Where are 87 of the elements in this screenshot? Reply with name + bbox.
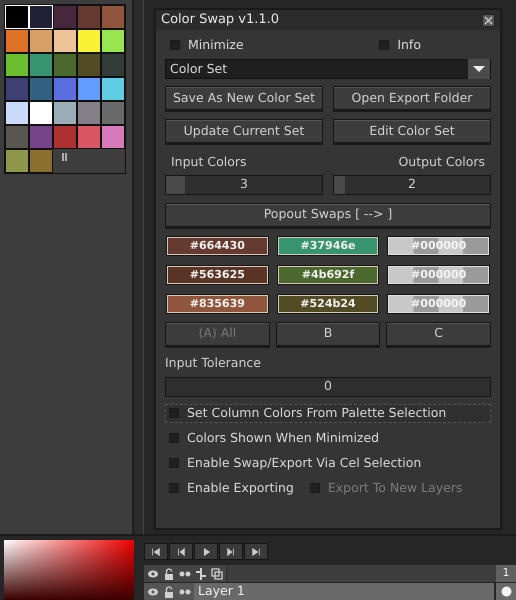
resize-handle-icon[interactable] xyxy=(62,153,67,161)
palette-swatch[interactable] xyxy=(5,53,29,77)
palette-swatch[interactable] xyxy=(53,53,77,77)
color-swatch[interactable]: #524b24 xyxy=(278,294,378,313)
color-swatch[interactable]: #4b692f xyxy=(278,266,378,284)
palette-swatch[interactable] xyxy=(5,29,29,53)
palette-swatch[interactable] xyxy=(77,77,101,101)
slider-label: Output Colors xyxy=(398,153,485,171)
step-forward-icon xyxy=(226,546,236,556)
number-field[interactable]: 0 xyxy=(165,376,491,396)
slider-value: 3 xyxy=(240,175,248,194)
eye-icon[interactable] xyxy=(147,568,159,580)
first-frame-button[interactable] xyxy=(144,543,168,560)
checkbox[interactable] xyxy=(169,458,179,468)
palette-swatch[interactable] xyxy=(53,29,77,53)
action-button[interactable]: Open Export Folder xyxy=(333,86,491,110)
lock-icon[interactable] xyxy=(163,586,175,598)
slider-label: Input Tolerance xyxy=(165,354,262,372)
frame-number[interactable]: 1 xyxy=(496,565,516,582)
window-title: Color Swap v1.1.0 xyxy=(161,11,280,30)
checkbox[interactable] xyxy=(170,40,180,50)
palette-swatch[interactable] xyxy=(77,125,101,149)
color-swatch[interactable]: #664430 xyxy=(167,236,268,255)
palette-swatch[interactable] xyxy=(29,125,53,149)
checkbox[interactable] xyxy=(169,433,179,443)
layer-name[interactable]: Layer 1 xyxy=(194,583,494,600)
checkbox-label: Export To New Layers xyxy=(328,478,462,497)
cel[interactable] xyxy=(496,583,516,600)
number-slider[interactable]: 3 xyxy=(165,174,323,195)
close-button[interactable] xyxy=(482,14,495,26)
action-button[interactable]: Save As New Color Set xyxy=(165,86,323,110)
previous-frame-button[interactable] xyxy=(169,543,193,560)
palette-swatch[interactable] xyxy=(101,77,125,101)
checkbox[interactable] xyxy=(379,40,390,50)
palette-swatch[interactable] xyxy=(77,29,101,53)
popout-button[interactable]: Popout Swaps [ --> ] xyxy=(165,202,491,227)
palette-swatch[interactable] xyxy=(5,101,29,125)
palette-swatch[interactable] xyxy=(101,5,125,29)
checkbox[interactable] xyxy=(169,483,179,493)
column-button[interactable]: B xyxy=(276,322,380,346)
palette-swatch[interactable] xyxy=(5,77,29,101)
checkbox-label: Enable Swap/Export Via Cel Selection xyxy=(187,454,422,472)
palette-swatch[interactable] xyxy=(53,77,77,101)
palette-swatch[interactable] xyxy=(53,101,77,125)
cel-dot-icon xyxy=(500,586,512,597)
palette-swatch[interactable] xyxy=(101,53,125,77)
slider-label: Input Colors xyxy=(171,153,246,171)
lock-icon[interactable] xyxy=(163,568,175,580)
skip-start-icon xyxy=(151,546,161,556)
palette-swatch[interactable] xyxy=(53,5,77,29)
play-button[interactable] xyxy=(194,543,218,560)
layers-icon[interactable] xyxy=(211,568,223,580)
step-back-icon xyxy=(176,546,186,556)
palette-swatch[interactable] xyxy=(53,125,77,149)
slider-value: 2 xyxy=(408,175,416,194)
palette-swatch[interactable] xyxy=(5,149,29,173)
palette-swatch[interactable] xyxy=(29,149,53,173)
slider-value: 0 xyxy=(324,377,332,396)
eye-icon[interactable] xyxy=(147,586,159,598)
color-gradient-picker[interactable] xyxy=(4,540,134,600)
palette-swatch[interactable] xyxy=(29,77,53,101)
checkbox-label: Minimize xyxy=(188,36,244,54)
column-button[interactable]: C xyxy=(386,322,491,346)
color-set-dropdown[interactable]: Color Set xyxy=(165,59,491,79)
palette-swatch[interactable] xyxy=(101,125,125,149)
action-button[interactable]: Edit Color Set xyxy=(333,119,491,143)
skip-end-icon xyxy=(251,546,261,556)
last-frame-button[interactable] xyxy=(244,543,268,560)
palette-swatch[interactable] xyxy=(77,53,101,77)
palette-swatch[interactable] xyxy=(101,29,125,53)
checkbox-label: Colors Shown When Minimized xyxy=(187,428,380,447)
color-swatch[interactable]: #835639 xyxy=(167,294,268,313)
palette-swatch[interactable] xyxy=(29,53,53,77)
palette-swatch[interactable] xyxy=(29,29,53,53)
palette-swatch[interactable] xyxy=(77,5,101,29)
palette-swatch[interactable] xyxy=(101,101,125,125)
next-frame-button[interactable] xyxy=(219,543,243,560)
color-swatch[interactable]: #563625 xyxy=(167,266,268,284)
checkbox-label: Set Column Colors From Palette Selection xyxy=(187,404,446,422)
number-slider[interactable]: 2 xyxy=(333,174,491,195)
palette-swatch[interactable] xyxy=(5,125,29,149)
palette-swatch[interactable] xyxy=(77,101,101,125)
checkbox-label: Info xyxy=(397,36,421,54)
checkbox-label: Enable Exporting xyxy=(187,478,294,497)
action-button[interactable]: Update Current Set xyxy=(165,119,323,143)
play-icon xyxy=(201,546,211,556)
palette-swatch[interactable] xyxy=(29,101,53,125)
